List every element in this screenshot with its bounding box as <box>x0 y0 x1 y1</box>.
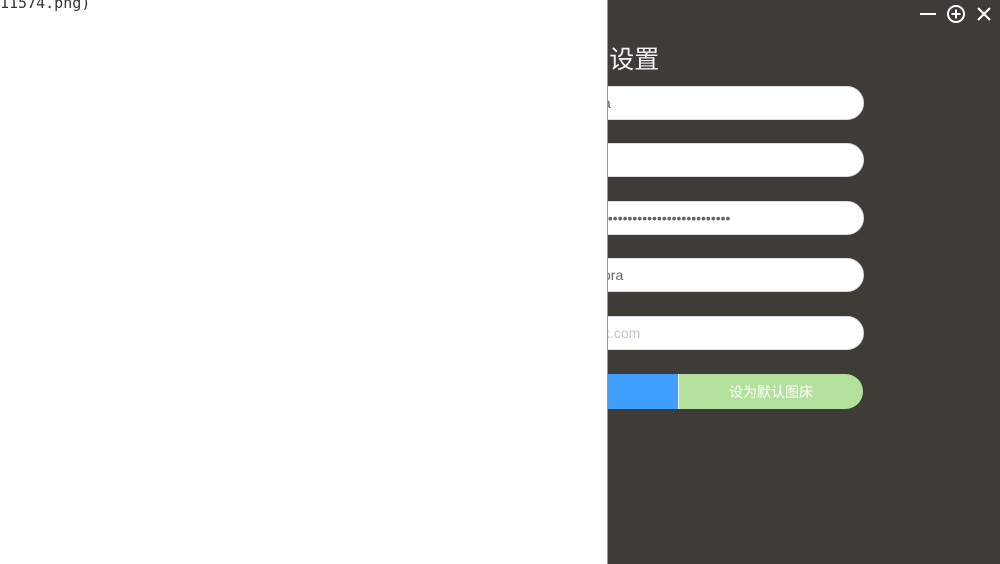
set-default-button[interactable]: 设为默认图床 <box>678 374 863 409</box>
config-field-4[interactable]: ora <box>608 258 864 292</box>
config-field-custom-url[interactable]: x.com <box>608 316 864 350</box>
window-controls <box>918 4 994 24</box>
config-field-2[interactable] <box>608 143 864 177</box>
minimize-icon[interactable] <box>918 4 938 24</box>
settings-panel: o设置 a •••••••••••••••••••••••••• ora x.c… <box>608 0 1000 564</box>
config-field-password[interactable]: •••••••••••••••••••••••••• <box>608 201 864 235</box>
action-button-group: 设为默认图床 <box>608 374 863 409</box>
editor-pane[interactable]: 11574.png) <box>0 0 608 564</box>
confirm-button[interactable] <box>608 374 678 409</box>
config-field-1[interactable]: a <box>608 86 864 120</box>
plus-circle-icon[interactable] <box>946 4 966 24</box>
code-text: 11574.png) <box>0 0 91 12</box>
close-icon[interactable] <box>974 4 994 24</box>
panel-title: o设置 <box>608 45 660 74</box>
